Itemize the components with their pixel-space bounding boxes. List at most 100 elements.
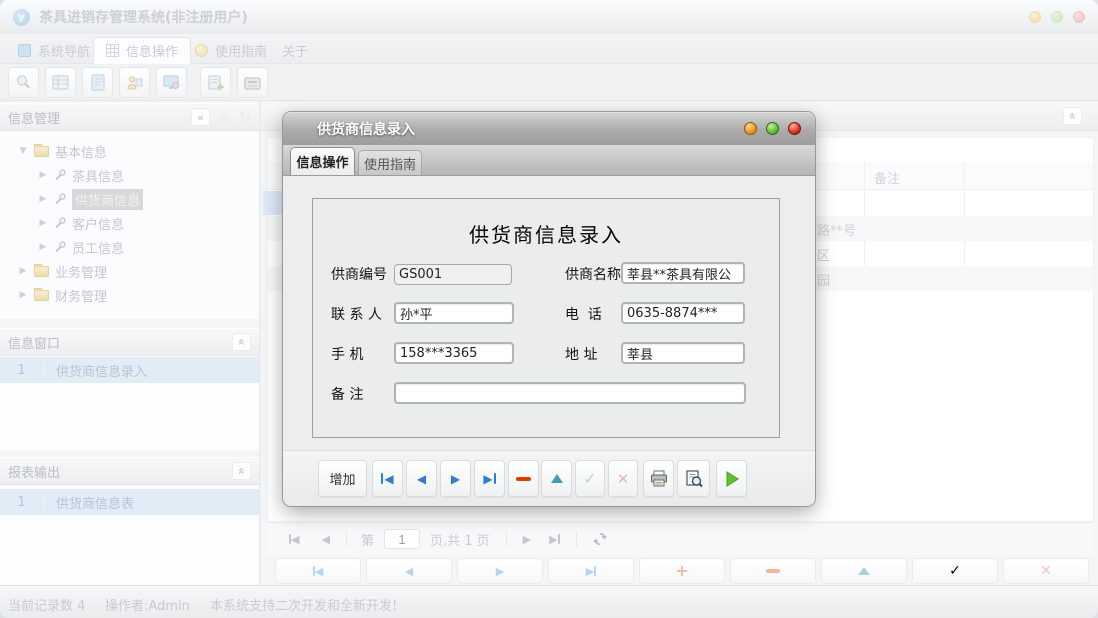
print-preview-button[interactable] — [677, 460, 710, 497]
phone-field[interactable] — [621, 302, 745, 324]
prev-icon: ◀ — [417, 473, 426, 485]
tree-item-employee-info[interactable]: ▶ 员工信息 — [0, 235, 259, 259]
list-item-supplier-entry[interactable]: 1 供货商信息录入 — [0, 357, 259, 383]
refresh-icon[interactable] — [593, 532, 607, 546]
expand-right-icon[interactable]: ▶ — [36, 170, 50, 180]
cancel-button[interactable]: ✕ — [1003, 558, 1089, 584]
last-icon — [594, 566, 596, 576]
cancel-button[interactable]: ✕ — [608, 460, 638, 497]
cancel-icon: ✕ — [1040, 563, 1052, 579]
expand-right-icon[interactable]: ▶ — [36, 194, 50, 204]
tree-item-supplier-info[interactable]: ▶ 供货商信息 — [0, 187, 259, 211]
tree-item-business-manage[interactable]: ▶ 业务管理 — [0, 259, 259, 283]
next-icon: ▶ — [451, 473, 460, 485]
close-orb-icon[interactable] — [788, 122, 801, 135]
monitor-button[interactable] — [156, 67, 187, 98]
drawer-button[interactable] — [237, 67, 268, 98]
collapse-up-icon[interactable]: « — [1063, 107, 1082, 125]
tree-item-customer-info[interactable]: ▶ 客户信息 — [0, 211, 259, 235]
tab-label: 信息操作 — [296, 152, 348, 171]
cell-address: 路**号 — [817, 220, 856, 239]
dialog-tab-user-guide[interactable]: 使用指南 — [358, 150, 422, 175]
panel-title: 信息管理 — [8, 108, 60, 127]
list-item-supplier-report[interactable]: 1 供货商信息表 — [0, 489, 259, 515]
maximize-orb-icon[interactable] — [766, 122, 779, 135]
print-button[interactable] — [643, 460, 674, 497]
print-preview-icon — [685, 470, 703, 488]
plus-icon[interactable]: + — [218, 108, 231, 126]
page-label-suffix: 页,共 1 页 — [430, 530, 490, 549]
first-page-button[interactable]: ◀ — [289, 533, 299, 546]
expand-down-icon[interactable]: ▼ — [16, 146, 30, 156]
prev-record-button[interactable]: ◀ — [366, 558, 452, 584]
refresh-icon[interactable]: ↻ — [238, 108, 251, 126]
address-field[interactable] — [621, 342, 745, 364]
icon-toolbar — [0, 64, 1098, 101]
maximize-orb-icon[interactable] — [1051, 11, 1063, 23]
remark-field[interactable] — [394, 382, 746, 404]
tree-item-tea-info[interactable]: ▶ 茶具信息 — [0, 163, 259, 187]
last-record-button[interactable]: ▶ — [474, 460, 505, 497]
next-record-button[interactable]: ▶ — [457, 558, 543, 584]
next-record-button[interactable]: ▶ — [440, 460, 471, 497]
supplier-code-field[interactable] — [394, 264, 512, 285]
add-record-button[interactable]: + — [639, 558, 725, 584]
first-record-button[interactable]: ◀ — [275, 558, 361, 584]
save-check-icon: ✓ — [583, 469, 596, 488]
document-button[interactable] — [82, 67, 113, 98]
minimize-orb-icon[interactable] — [744, 122, 757, 135]
cell-address: 园 — [817, 270, 830, 289]
contact-field[interactable] — [394, 302, 514, 324]
tab-info-operation[interactable]: 信息操作 — [93, 37, 191, 64]
user-info-button[interactable] — [119, 67, 150, 98]
dialog-title-bar[interactable]: 供货商信息录入 — [283, 112, 815, 145]
tree-item-finance-manage[interactable]: ▶ 财务管理 — [0, 283, 259, 307]
prev-page-button[interactable]: ◀ — [321, 533, 329, 546]
collapse-up-icon[interactable]: « — [232, 462, 251, 480]
prev-record-button[interactable]: ◀ — [406, 460, 437, 497]
form-title: 供货商信息录入 — [313, 219, 779, 248]
save-button[interactable]: ✓ — [575, 460, 605, 497]
tab-system-nav[interactable]: 系统导航 — [6, 37, 102, 64]
tree-item-basic-info[interactable]: ▼ 基本信息 — [0, 139, 259, 163]
expand-right-icon[interactable]: ▶ — [16, 266, 30, 276]
dialog-body: 供货商信息录入 供商编号 供商名称 联 系 人 电 话 手 机 地 址 备 注 — [283, 176, 815, 450]
mobile-field[interactable] — [394, 342, 514, 364]
add-button[interactable]: 增加 — [318, 460, 367, 497]
label-contact: 联 系 人 — [331, 303, 382, 327]
form-add-button[interactable] — [200, 67, 231, 98]
expand-right-icon[interactable]: ▶ — [16, 290, 30, 300]
run-button[interactable] — [716, 460, 747, 497]
last-record-button[interactable]: ▶ — [548, 558, 634, 584]
supplier-name-field[interactable] — [621, 262, 745, 284]
panel-title: 信息窗口 — [8, 333, 60, 352]
dialog-tab-info-operation[interactable]: 信息操作 — [290, 147, 355, 175]
search-button[interactable] — [8, 67, 39, 98]
edit-record-button[interactable] — [821, 558, 907, 584]
expand-right-icon[interactable]: ▶ — [36, 218, 50, 228]
label-supplier-code: 供商编号 — [331, 263, 387, 287]
status-bar: 当前记录数 4 操作者:Admin 本系统支持二次开发和全新开发! — [0, 585, 1098, 618]
delete-record-button[interactable] — [508, 460, 539, 497]
page-number-input[interactable] — [384, 529, 420, 549]
remove-record-button[interactable] — [730, 558, 816, 584]
collapse-up-icon[interactable]: « — [232, 333, 251, 351]
collapse-left-icon[interactable]: « — [191, 108, 210, 126]
label-mobile: 手 机 — [331, 343, 363, 367]
confirm-button[interactable]: ✓ — [912, 558, 998, 584]
edit-record-button[interactable] — [541, 460, 572, 497]
close-orb-icon[interactable] — [1073, 11, 1085, 23]
minimize-orb-icon[interactable] — [1029, 11, 1041, 23]
label-address: 地 址 — [565, 343, 597, 367]
next-page-button[interactable]: ▶ — [523, 533, 531, 546]
add-label: 增加 — [329, 469, 355, 488]
first-record-button[interactable]: ◀ — [372, 460, 403, 497]
table-view-button[interactable] — [45, 67, 76, 98]
last-page-button[interactable]: ▶ — [549, 533, 559, 546]
selected-row-highlight[interactable] — [263, 191, 283, 215]
tab-about[interactable]: 关于 — [270, 37, 320, 64]
table-icon — [52, 75, 69, 90]
last-icon — [558, 534, 560, 544]
tab-user-guide[interactable]: 使用指南 — [183, 37, 279, 64]
expand-right-icon[interactable]: ▶ — [36, 242, 50, 252]
